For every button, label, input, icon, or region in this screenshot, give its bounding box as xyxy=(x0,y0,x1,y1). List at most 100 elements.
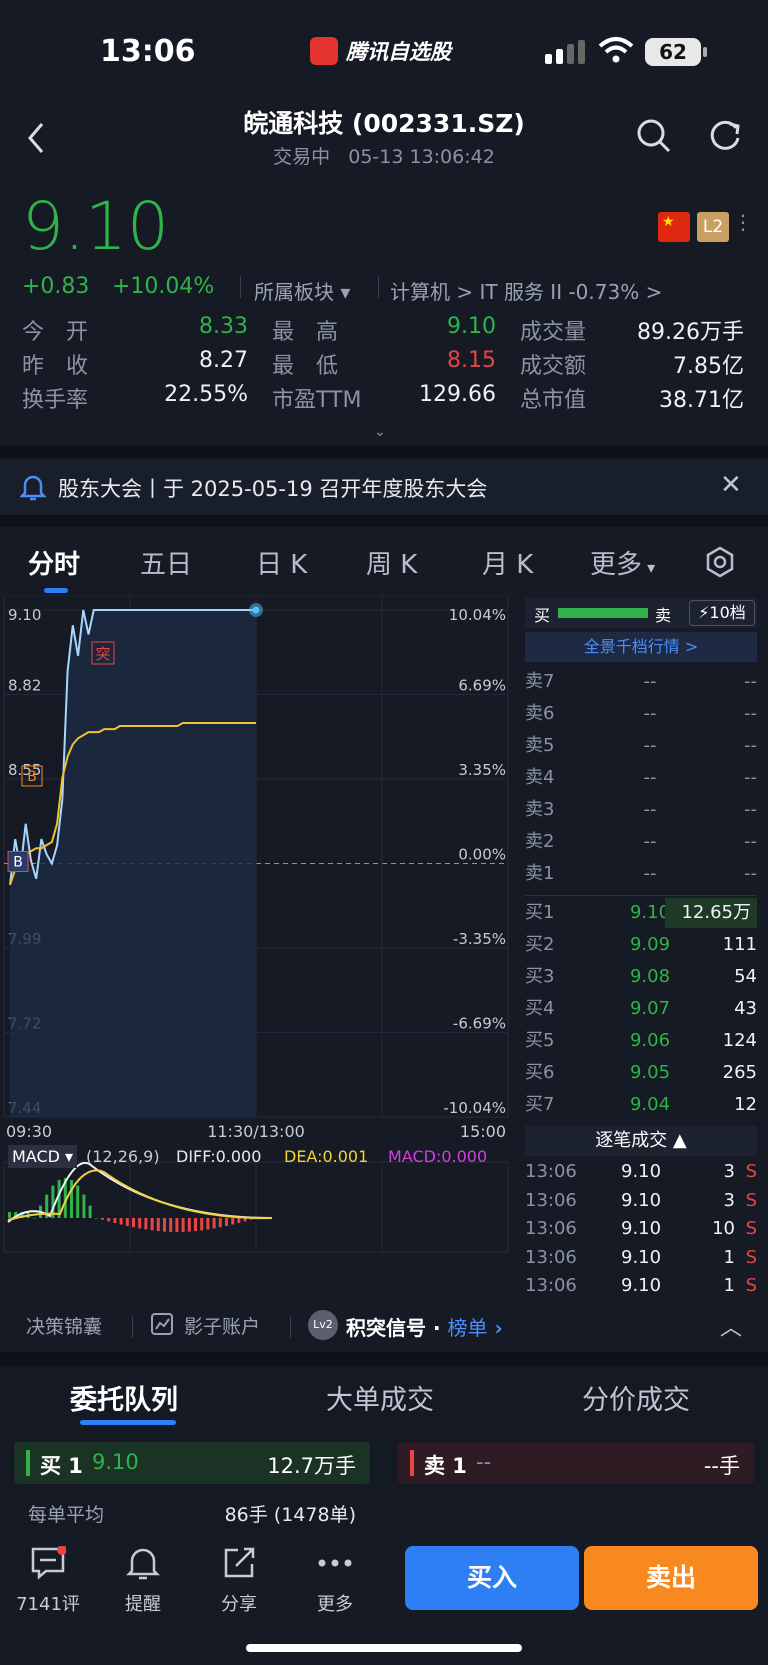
remind-button[interactable]: 提醒 xyxy=(108,1546,178,1616)
ask-price: -- xyxy=(643,767,657,788)
share-button[interactable]: 分享 xyxy=(204,1546,274,1616)
tab-large-trades[interactable]: 大单成交 xyxy=(326,1378,434,1417)
bid-label: 买4 xyxy=(525,998,555,1019)
section-divider xyxy=(0,515,768,527)
ask-volume: -- xyxy=(744,799,757,820)
macd-bar xyxy=(70,1179,73,1218)
sell-button[interactable]: 卖出 xyxy=(584,1546,758,1610)
macd-dropdown[interactable]: MACD ▾ xyxy=(8,1145,78,1168)
stat-value: 8.15 xyxy=(447,348,496,373)
divider xyxy=(290,1316,291,1338)
tick-row: 13:06 9.10 3 S xyxy=(525,1158,757,1186)
tab-price-trades[interactable]: 分价成交 xyxy=(582,1378,690,1417)
sector-label: 所属板块 xyxy=(254,280,334,304)
stat-value: 8.33 xyxy=(199,314,248,339)
bid-row[interactable]: 买3 9.08 54 xyxy=(525,962,757,992)
sector-link[interactable]: 计算机 > IT 服务 II -0.73% > xyxy=(390,276,662,305)
macd-dea: DEA:0.001 xyxy=(284,1147,369,1166)
current-price: 9.10 xyxy=(22,188,169,265)
stat-value: 9.10 xyxy=(447,314,496,339)
comments-label: 7141评 xyxy=(16,1594,80,1615)
ask-row[interactable]: 卖5 -- -- xyxy=(525,731,757,761)
more-vertical-icon[interactable]: ⋮ xyxy=(733,210,753,234)
bid-label: 买1 xyxy=(525,902,555,923)
tab-0[interactable]: 分时 xyxy=(28,544,80,581)
bid-row[interactable]: 买1 9.10 12.65万 xyxy=(525,898,757,928)
y-tick-right: -10.04% xyxy=(443,1099,506,1117)
tab-5[interactable]: 更多 ▾ xyxy=(590,544,655,581)
ask-row[interactable]: 卖2 -- -- xyxy=(525,827,757,857)
home-indicator[interactable] xyxy=(246,1644,522,1652)
search-icon[interactable] xyxy=(636,118,672,154)
tick-side: S xyxy=(745,1218,757,1239)
l2-badge[interactable]: L2 xyxy=(697,212,729,242)
buy-button[interactable]: 买入 xyxy=(405,1546,579,1610)
ask-price: -- xyxy=(643,703,657,724)
tick-row: 13:06 9.10 10 S xyxy=(525,1215,757,1243)
y-tick-right: 3.35% xyxy=(458,761,506,779)
ticks-header[interactable]: 逐笔成交 ▲ xyxy=(525,1126,757,1156)
stat-label: 最 高 xyxy=(272,320,339,345)
tab-3[interactable]: 周 K xyxy=(366,544,417,581)
tick-side: S xyxy=(745,1189,757,1211)
macd-bar xyxy=(150,1218,154,1231)
macd-bar xyxy=(138,1218,142,1229)
limit-up-marker-label: 突 xyxy=(95,645,110,663)
ask-row[interactable]: 卖6 -- -- xyxy=(525,699,757,729)
expand-chevron-icon[interactable]: ⌄ xyxy=(374,424,386,440)
x-tick: 11:30/13:00 xyxy=(207,1122,305,1141)
intraday-chart[interactable]: 9.1010.04%8.826.69%8.553.35%0.00%7.99-3.… xyxy=(0,595,512,1295)
tab-label: 更多 xyxy=(590,550,643,580)
sector-dropdown[interactable]: 所属板块 ▾ xyxy=(254,276,350,305)
bid-row[interactable]: 买2 9.09 111 xyxy=(525,930,757,960)
refresh-icon[interactable] xyxy=(708,118,744,154)
bell-icon xyxy=(20,475,46,501)
bid-price: 9.08 xyxy=(629,966,671,987)
bid-row[interactable]: 买4 9.07 43 xyxy=(525,994,757,1024)
remind-label: 提醒 xyxy=(125,1594,161,1615)
decision-kit-link[interactable]: 决策锦囊 xyxy=(26,1312,102,1339)
avg-value: 86手 (1478单) xyxy=(224,1504,356,1526)
buy-marker-label: B xyxy=(13,855,23,871)
ask-row[interactable]: 卖4 -- -- xyxy=(525,763,757,793)
tick-row: 13:06 9.10 3 S xyxy=(525,1187,757,1215)
bid-label: 买3 xyxy=(525,966,555,987)
ask-row[interactable]: 卖1 -- -- xyxy=(525,859,757,889)
shadow-account-link[interactable]: 影子账户 xyxy=(184,1312,260,1339)
bid-price: 9.07 xyxy=(629,998,671,1019)
ask-price: -- xyxy=(643,671,657,692)
tick-volume: 3 xyxy=(723,1189,735,1211)
full-depth-link[interactable]: 全景千档行情 > xyxy=(525,632,757,662)
settings-icon[interactable] xyxy=(704,546,736,578)
stat-label: 今 开 xyxy=(22,320,89,345)
more-button[interactable]: 更多 xyxy=(300,1546,370,1616)
tab-order-queue[interactable]: 委托队列 xyxy=(70,1378,178,1417)
bid-volume: 124 xyxy=(722,1030,757,1051)
stat-value: 129.66 xyxy=(419,382,496,407)
tab-4[interactable]: 月 K xyxy=(482,544,533,581)
ask-row[interactable]: 卖3 -- -- xyxy=(525,795,757,825)
bid-row[interactable]: 买5 9.06 124 xyxy=(525,1026,757,1056)
y-tick-left: 8.82 xyxy=(8,677,41,695)
comments-button[interactable]: 7141评 xyxy=(13,1545,83,1616)
ask-row[interactable]: 卖7 -- -- xyxy=(525,667,757,697)
notice-text[interactable]: 股东大会丨于 2025-05-19 召开年度股东大会 xyxy=(58,473,487,503)
bid-volume: 54 xyxy=(734,966,757,987)
signal-link[interactable]: 积突信号 · 榜单 › xyxy=(346,1312,503,1341)
bid-row[interactable]: 买7 9.04 12 xyxy=(525,1090,757,1120)
macd-value: MACD:0.000 xyxy=(388,1147,488,1166)
close-icon[interactable]: ✕ xyxy=(720,470,742,500)
tab-1[interactable]: 五日 xyxy=(140,544,192,581)
bid-row[interactable]: 买6 9.05 265 xyxy=(525,1058,757,1088)
tab-2[interactable]: 日 K xyxy=(256,544,307,581)
bid-volume: 12.65万 xyxy=(665,898,757,928)
macd-bar xyxy=(175,1218,179,1232)
bid-volume: 43 xyxy=(734,998,757,1019)
macd-bar xyxy=(76,1185,80,1218)
collapse-chevron-icon[interactable]: ︿ xyxy=(720,1310,742,1342)
level-toggle[interactable]: ⚡10档 xyxy=(689,600,755,626)
macd-bar xyxy=(107,1218,111,1222)
bid-price: 9.06 xyxy=(629,1030,671,1051)
app-logo: 腾讯自选股 xyxy=(310,36,451,66)
tick-volume: 10 xyxy=(712,1218,735,1239)
